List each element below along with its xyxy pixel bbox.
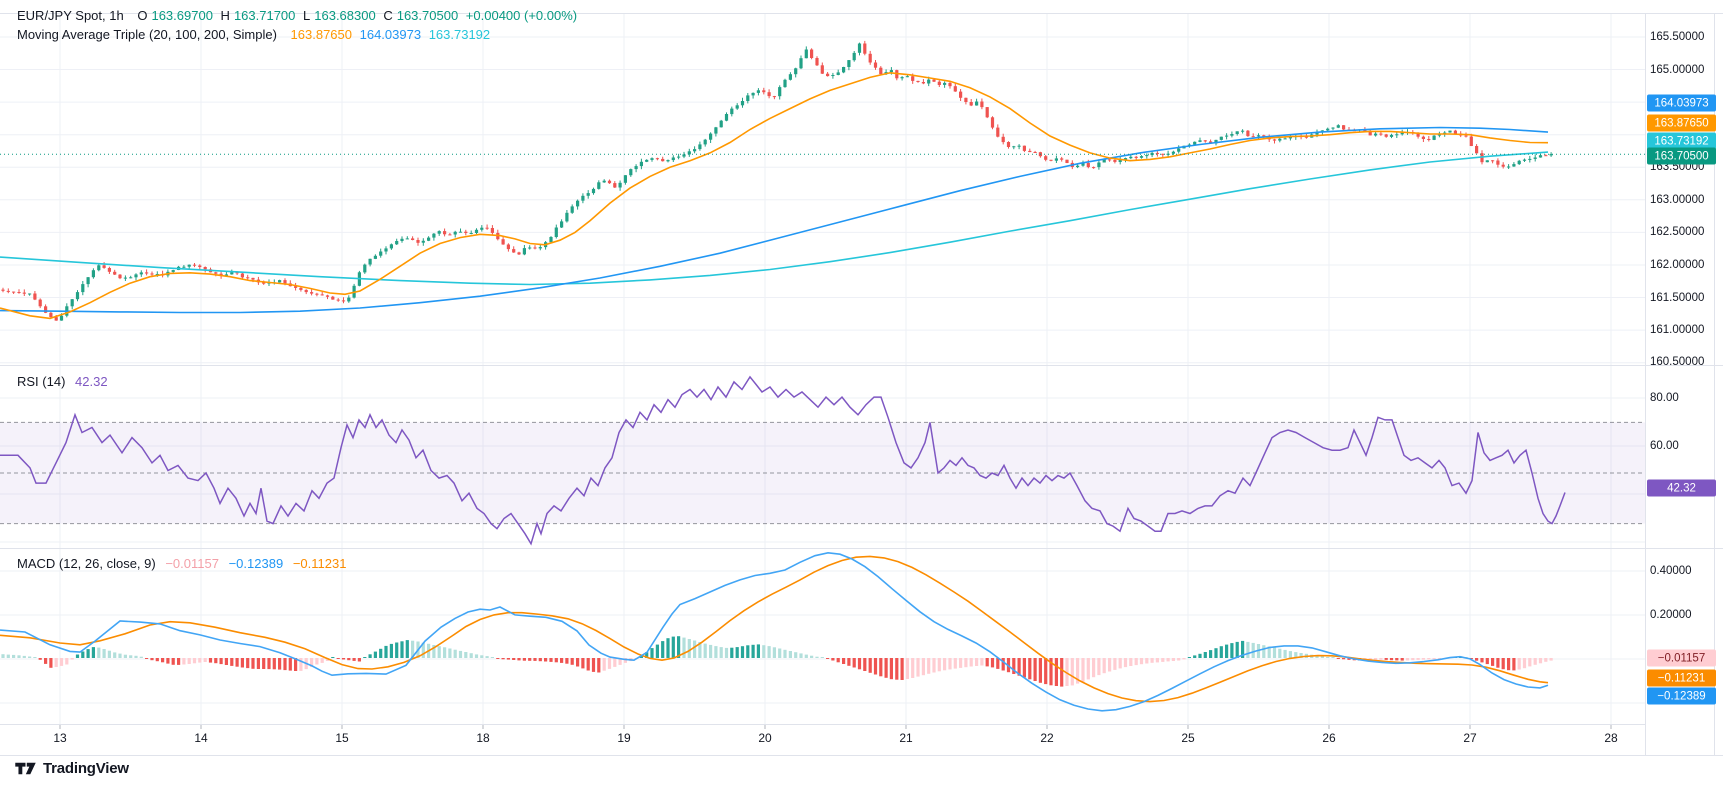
price-axis-label: 161.00000 (1650, 324, 1704, 336)
time-axis-label: 21 (899, 731, 912, 745)
last-price-badge: 163.70500 (1647, 148, 1716, 165)
ma100-value: 164.03973 (360, 27, 421, 42)
close-label: C (383, 8, 392, 23)
time-axis-label: 13 (53, 731, 66, 745)
ma20-value: 163.87650 (291, 27, 352, 42)
time-axis-label: 22 (1040, 731, 1053, 745)
symbol-title: EUR/JPY Spot, 1h (17, 8, 124, 23)
open-label: O (137, 8, 147, 23)
time-axis-label: 25 (1181, 731, 1194, 745)
macd-hist-value: −0.01157 (165, 556, 219, 571)
ma-legend-row[interactable]: Moving Average Triple (20, 100, 200, Sim… (17, 26, 494, 43)
time-axis-label: 26 (1322, 731, 1335, 745)
macd-signal-badge: −0.11231 (1647, 670, 1716, 687)
tradingview-chart-widget: EUR/JPY Spot, 1h O 163.69700 H 163.71700 L… (0, 0, 1723, 789)
high-value: 163.71700 (234, 8, 295, 23)
time-axis-label: 14 (194, 731, 207, 745)
macd-line-badge: −0.12389 (1647, 688, 1716, 705)
macd-axis-label: 0.40000 (1650, 565, 1692, 577)
time-scale[interactable] (0, 724, 1645, 755)
price-axis-label: 162.00000 (1650, 259, 1704, 271)
rsi-value: 42.32 (75, 374, 108, 389)
rsi-axis-label: 80.00 (1650, 392, 1679, 404)
time-axis-label: 20 (758, 731, 771, 745)
time-axis-label: 18 (476, 731, 489, 745)
high-label: H (221, 8, 230, 23)
time-axis-label: 19 (617, 731, 630, 745)
price-axis-label: 165.50000 (1650, 31, 1704, 43)
ma20-price-badge: 163.87650 (1647, 115, 1716, 132)
low-value: 163.68300 (314, 8, 375, 23)
macd-title: MACD (12, 26, close, 9) (17, 556, 156, 571)
macd-legend-row[interactable]: MACD (12, 26, close, 9) −0.01157 −0.1238… (17, 556, 346, 571)
low-label: L (303, 8, 310, 23)
price-axis-label: 162.50000 (1650, 226, 1704, 238)
price-scale[interactable] (1645, 0, 1723, 755)
rsi-value-badge: 42.32 (1647, 480, 1716, 497)
tradingview-logo-text: TradingView (43, 760, 129, 777)
macd-hist-badge: −0.01157 (1647, 650, 1716, 667)
ma100-price-badge: 164.03973 (1647, 95, 1716, 112)
tradingview-logo[interactable]: TradingView (14, 760, 129, 777)
price-axis-label: 165.00000 (1650, 64, 1704, 76)
ma-indicator-title: Moving Average Triple (20, 100, 200, Sim… (17, 27, 277, 42)
ma200-value: 163.73192 (429, 27, 490, 42)
time-axis-label: 28 (1604, 731, 1617, 745)
rsi-title: RSI (14) (17, 374, 65, 389)
macd-signal-value: −0.11231 (293, 556, 347, 571)
tradingview-logo-icon (14, 761, 37, 776)
price-axis-label: 161.50000 (1650, 292, 1704, 304)
time-axis-label: 15 (335, 731, 348, 745)
symbol-legend-row[interactable]: EUR/JPY Spot, 1h O 163.69700 H 163.71700 L… (17, 7, 581, 24)
close-value: 163.70500 (397, 8, 458, 23)
chart-canvas[interactable] (0, 0, 1723, 757)
rsi-legend-row[interactable]: RSI (14) 42.32 (17, 374, 108, 389)
price-axis-label: 163.00000 (1650, 194, 1704, 206)
time-axis-label: 27 (1463, 731, 1476, 745)
macd-line-value: −0.12389 (229, 556, 284, 571)
rsi-axis-label: 60.00 (1650, 440, 1679, 452)
open-value: 163.69700 (151, 8, 212, 23)
change-value: +0.00400 (+0.00%) (466, 8, 577, 23)
macd-axis-label: 0.20000 (1650, 609, 1692, 621)
price-axis-label: 160.50000 (1650, 356, 1704, 368)
